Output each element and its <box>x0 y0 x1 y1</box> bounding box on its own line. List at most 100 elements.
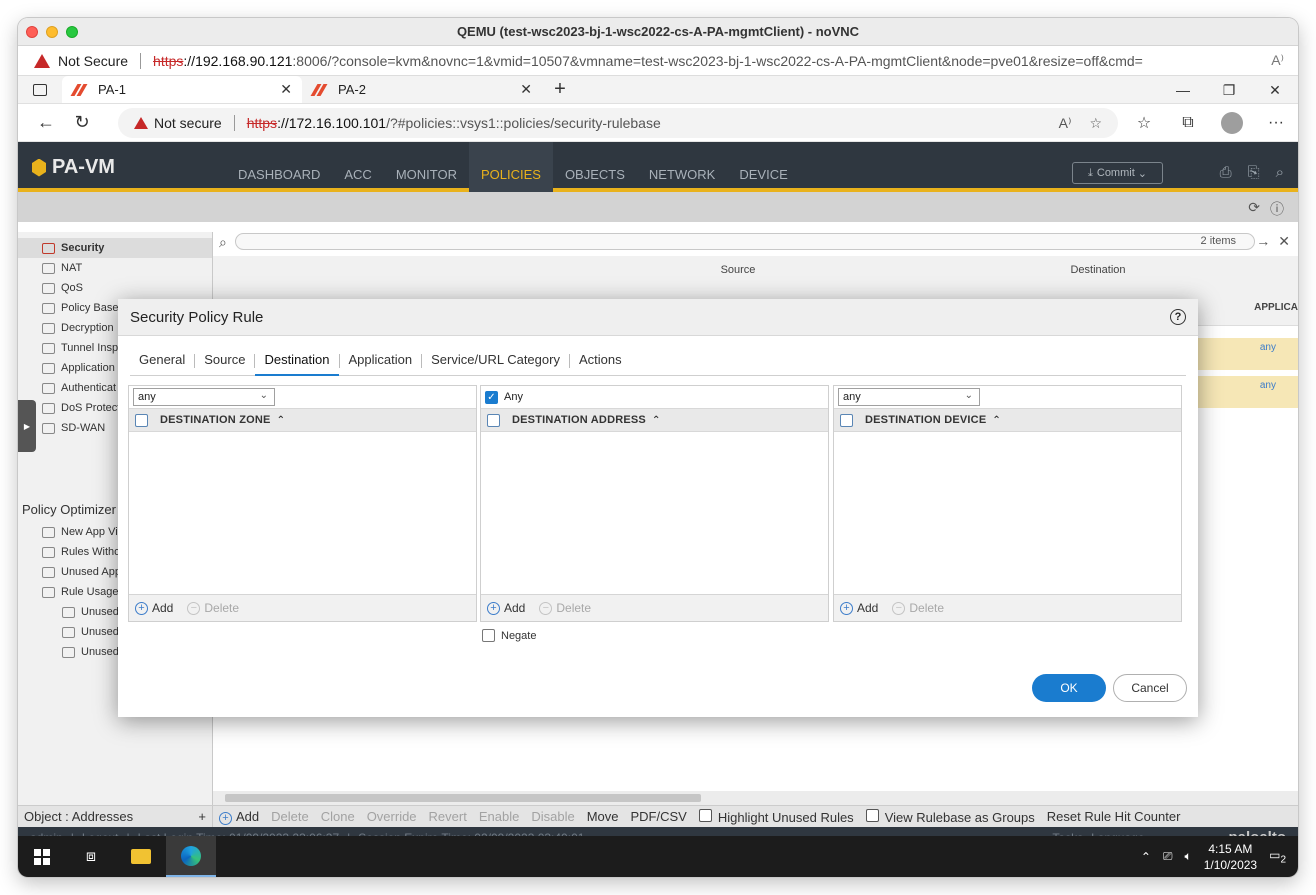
pdf-csv-button[interactable]: PDF/CSV <box>630 809 686 824</box>
column-label[interactable]: DESTINATION ZONE <box>160 414 271 426</box>
filter-input[interactable] <box>235 233 1255 250</box>
sidebar-item-label: NAT <box>61 262 83 274</box>
add-icon[interactable]: + <box>198 809 206 824</box>
sort-asc-icon[interactable]: ⌃ <box>992 415 1001 426</box>
tab-application[interactable]: Application <box>340 346 422 376</box>
device-select[interactable]: any ⌄ <box>838 388 980 406</box>
favorite-star-icon[interactable]: ☆ <box>1089 115 1102 132</box>
edge-browser-icon[interactable] <box>166 836 216 877</box>
add-device-button[interactable]: + Add <box>840 601 878 615</box>
new-tab-button[interactable]: + <box>542 76 578 103</box>
select-all-checkbox[interactable] <box>135 413 148 427</box>
reset-hit-counter-button[interactable]: Reset Rule Hit Counter <box>1047 809 1181 824</box>
read-aloud-icon[interactable]: A⁾ <box>1059 115 1072 132</box>
tab-actions-icon[interactable] <box>18 76 62 103</box>
sort-asc-icon[interactable]: ⌃ <box>277 415 286 426</box>
commit-button[interactable]: ⤓ Commit ⌄ <box>1072 162 1163 184</box>
nav-network[interactable]: NETWORK <box>637 142 727 192</box>
close-tab-icon[interactable]: ✕ <box>280 81 292 98</box>
nav-dashboard[interactable]: DASHBOARD <box>226 142 332 192</box>
tab-actions[interactable]: Actions <box>570 346 631 376</box>
browser-tab-pa1[interactable]: PA-1 ✕ <box>62 76 302 103</box>
nav-acc[interactable]: ACC <box>332 142 383 192</box>
any-checkbox[interactable]: ✓ <box>485 390 498 404</box>
sidebar-toggle-handle[interactable]: ▶ <box>18 400 36 452</box>
clock[interactable]: 4:15 AM 1/10/2023 <box>1204 841 1257 873</box>
override-rule-button[interactable]: Override <box>367 809 417 824</box>
move-rule-button[interactable]: Move <box>587 809 619 824</box>
clear-filter-icon[interactable]: ✕ <box>1278 233 1290 250</box>
object-addresses-panel[interactable]: Object : Addresses + <box>18 805 213 828</box>
highlight-unused-checkbox[interactable]: Highlight Unused Rules <box>698 808 854 825</box>
task-view-icon[interactable]: ⧈ <box>66 836 116 877</box>
view-groups-checkbox[interactable]: View Rulebase as Groups <box>865 808 1035 825</box>
file-explorer-icon[interactable] <box>116 836 166 877</box>
favorites-icon[interactable]: ☆ <box>1122 104 1166 142</box>
disable-rule-button[interactable]: Disable <box>531 809 574 824</box>
add-rule-button[interactable]: + Add <box>219 809 259 825</box>
network-icon[interactable]: ⎚ <box>1163 849 1173 864</box>
column-label[interactable]: DESTINATION DEVICE <box>865 414 986 426</box>
checkbox[interactable] <box>865 808 879 822</box>
nav-device[interactable]: DEVICE <box>727 142 799 192</box>
zone-select[interactable]: any ⌄ <box>133 388 275 406</box>
collections-icon[interactable]: ⧉ <box>1166 104 1210 142</box>
sort-asc-icon[interactable]: ⌃ <box>652 415 661 426</box>
zoom-window-button[interactable] <box>66 26 78 38</box>
sidebar-item-qos[interactable]: QoS <box>18 278 212 298</box>
delete-device-button[interactable]: − Delete <box>892 601 944 615</box>
apply-filter-icon[interactable]: → <box>1256 233 1270 250</box>
help-icon[interactable]: ? <box>1170 309 1186 325</box>
revert-rule-button[interactable]: Revert <box>429 809 467 824</box>
tab-destination[interactable]: Destination <box>255 346 339 376</box>
profile-icon[interactable] <box>1210 104 1254 142</box>
cancel-button[interactable]: Cancel <box>1113 674 1187 702</box>
close-tab-icon[interactable]: ✕ <box>520 81 532 98</box>
select-all-checkbox[interactable] <box>840 413 853 427</box>
filter-icons: → ✕ <box>1256 233 1290 250</box>
minimize-window-button[interactable] <box>46 26 58 38</box>
tray-chevron-icon[interactable]: ⌃ <box>1141 850 1151 864</box>
tab-service-url[interactable]: Service/URL Category <box>422 346 569 376</box>
tab-source[interactable]: Source <box>195 346 254 376</box>
checkbox[interactable] <box>698 808 712 822</box>
clone-rule-button[interactable]: Clone <box>321 809 355 824</box>
browser-tab-pa2[interactable]: PA-2 ✕ <box>302 76 542 103</box>
back-arrow-icon[interactable]: ← <box>28 112 64 133</box>
notification-icon[interactable]: ▭2 <box>1269 848 1286 865</box>
delete-zone-button[interactable]: − Delete <box>187 601 239 615</box>
sidebar-item-nat[interactable]: NAT <box>18 258 212 278</box>
ok-button[interactable]: OK <box>1032 674 1106 702</box>
read-aloud-icon[interactable]: A⁾ <box>1271 52 1284 69</box>
tab-general[interactable]: General <box>130 346 194 376</box>
nav-monitor[interactable]: MONITOR <box>384 142 469 192</box>
nav-objects[interactable]: OBJECTS <box>553 142 637 192</box>
horizontal-scrollbar[interactable] <box>213 791 1298 805</box>
more-menu-icon[interactable]: ··· <box>1254 104 1298 142</box>
nav-policies[interactable]: POLICIES <box>468 142 553 192</box>
start-button[interactable] <box>18 836 66 877</box>
select-all-checkbox[interactable] <box>487 413 500 427</box>
lock-icon[interactable]: ⎙ <box>1220 164 1232 181</box>
volume-icon[interactable]: 🔈︎ <box>1185 849 1192 864</box>
minimize-icon[interactable]: — <box>1160 76 1206 104</box>
delete-address-button[interactable]: − Delete <box>539 601 591 615</box>
address-bar[interactable]: Not secure https://172.16.100.101/?#poli… <box>118 108 1118 138</box>
sidebar-item-security[interactable]: Security <box>18 238 212 258</box>
search-icon[interactable]: ⌕ <box>1276 164 1284 181</box>
enable-rule-button[interactable]: Enable <box>479 809 519 824</box>
refresh-icon[interactable]: ⟳ <box>1248 199 1260 219</box>
add-zone-button[interactable]: + Add <box>135 601 173 615</box>
close-icon[interactable]: ✕ <box>1252 76 1298 104</box>
config-icon[interactable]: ⎘ <box>1248 164 1260 181</box>
column-label[interactable]: DESTINATION ADDRESS <box>512 414 646 426</box>
scrollbar-thumb[interactable] <box>225 794 701 802</box>
delete-rule-button[interactable]: Delete <box>271 809 309 824</box>
add-address-button[interactable]: + Add <box>487 601 525 615</box>
close-window-button[interactable] <box>26 26 38 38</box>
restore-icon[interactable]: ❐ <box>1206 76 1252 104</box>
help-icon[interactable]: ⓘ <box>1270 199 1284 219</box>
panel-top: any ⌄ <box>834 386 1181 408</box>
negate-checkbox[interactable] <box>482 629 495 642</box>
refresh-icon[interactable]: ↻ <box>64 112 100 133</box>
